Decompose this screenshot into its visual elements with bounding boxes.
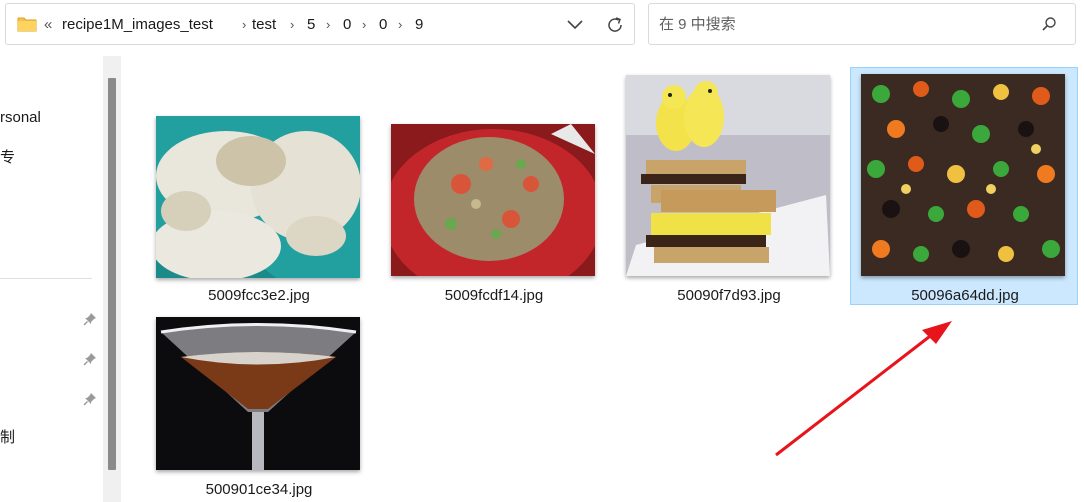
breadcrumb-item[interactable]: 0 — [379, 15, 387, 35]
breadcrumb-item[interactable]: recipe1M_images_test — [62, 15, 213, 35]
search-input[interactable]: 在 9 中搜索 — [659, 15, 736, 35]
chevron-right-icon[interactable]: › — [362, 15, 366, 35]
pin-icon[interactable] — [83, 312, 97, 326]
address-bar[interactable]: « recipe1M_images_test › test › 5 › 0 › … — [5, 3, 635, 45]
navigation-pane: rsonal 专 制 — [0, 56, 122, 502]
nav-item-zhuan[interactable]: 专 — [0, 148, 15, 168]
file-tile[interactable]: 50090f7d93.jpg — [614, 68, 842, 306]
breadcrumb-item[interactable]: 9 — [415, 15, 423, 35]
file-tile[interactable]: 5009fcdf14.jpg — [379, 68, 607, 306]
folder-icon — [17, 17, 37, 32]
file-tile[interactable]: 500901ce34.jpg — [144, 262, 372, 500]
file-tile-selected[interactable]: 50096a64dd.jpg — [850, 67, 1078, 305]
refresh-icon[interactable] — [603, 13, 627, 37]
file-name[interactable]: 50090f7d93.jpg — [615, 286, 843, 306]
chevron-down-icon[interactable] — [562, 14, 588, 36]
scrollbar-thumb[interactable] — [108, 78, 116, 470]
chevron-right-icon[interactable]: › — [242, 15, 246, 35]
chevron-right-icon[interactable]: › — [398, 15, 402, 35]
breadcrumb-overflow-icon[interactable]: « — [44, 15, 52, 35]
nav-divider — [0, 278, 92, 279]
pin-icon[interactable] — [83, 392, 97, 406]
breadcrumb-item[interactable]: 5 — [307, 15, 315, 35]
pin-icon[interactable] — [83, 352, 97, 366]
file-name[interactable]: 50096a64dd.jpg — [851, 286, 1079, 306]
annotation-arrow-icon — [775, 321, 952, 457]
nav-item-zhi[interactable]: 制 — [0, 428, 15, 448]
chevron-right-icon[interactable]: › — [290, 15, 294, 35]
search-box[interactable]: 在 9 中搜索 — [648, 3, 1076, 45]
chevron-right-icon[interactable]: › — [326, 15, 330, 35]
breadcrumb-item[interactable]: test — [252, 15, 276, 35]
file-name[interactable]: 5009fcdf14.jpg — [380, 286, 608, 306]
image-thumbnail — [861, 74, 1065, 276]
nav-item-personal[interactable]: rsonal — [0, 108, 41, 128]
image-thumbnail — [626, 75, 830, 276]
image-thumbnail — [156, 116, 360, 278]
breadcrumb-item[interactable]: 0 — [343, 15, 351, 35]
search-icon[interactable] — [1041, 16, 1057, 32]
image-thumbnail — [391, 124, 595, 276]
file-name[interactable]: 500901ce34.jpg — [145, 480, 373, 500]
image-thumbnail — [156, 317, 360, 470]
